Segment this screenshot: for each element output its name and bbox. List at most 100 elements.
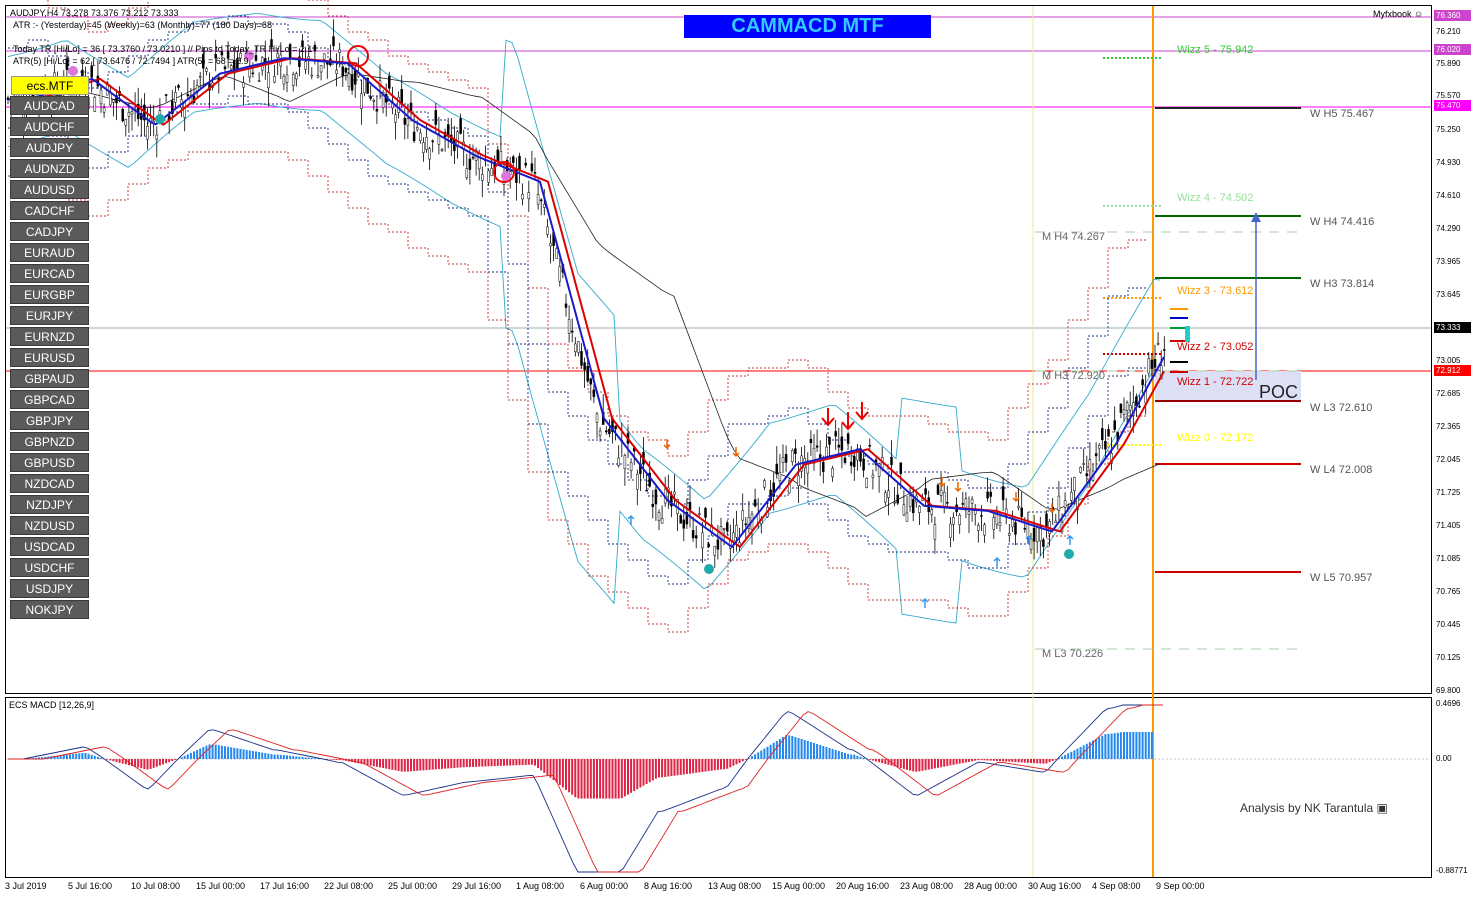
wizz-level-label: Wizz 3 - 73.612 [1177, 285, 1254, 297]
symbol-button-gbpjpy[interactable]: GBPJPY [10, 411, 89, 430]
macd-label: ECS MACD [12,26,9] [9, 700, 95, 710]
symbol-button-usdchf[interactable]: USDCHF [10, 558, 89, 577]
candle-body [970, 498, 974, 504]
candle-body [465, 168, 469, 178]
weekly-pivot-label: W L4 72.008 [1310, 464, 1373, 476]
candle-body [899, 462, 903, 474]
candle-body [682, 519, 686, 529]
symbol-button-audusd[interactable]: AUDUSD [10, 180, 89, 199]
candle-body [285, 74, 289, 83]
symbol-button-audcad[interactable]: AUDCAD [10, 96, 89, 115]
symbol-button-audjpy[interactable]: AUDJPY [10, 138, 89, 157]
symbol-button-euraud[interactable]: EURAUD [10, 243, 89, 262]
symbol-button-nokjpy[interactable]: NOKJPY [10, 600, 89, 619]
candle-body [673, 491, 676, 495]
candle-body [849, 461, 853, 466]
price-tick: 75.570 [1436, 91, 1461, 100]
candle-body [608, 428, 611, 435]
candle-body [1032, 527, 1036, 542]
candle-body [986, 491, 989, 499]
symbol-button-eurcad[interactable]: EURCAD [10, 264, 89, 283]
price-tick: 71.085 [1436, 554, 1461, 563]
candle-body [93, 96, 97, 112]
bollinger-upper [7, 13, 1161, 500]
price-highlight-label: 73.333 [1434, 322, 1471, 333]
candle-body [496, 149, 500, 162]
symbol-button-gbpcad[interactable]: GBPCAD [10, 390, 89, 409]
candle-body [394, 114, 397, 123]
candle-body [310, 74, 314, 77]
candle-body [831, 467, 834, 478]
candle-body [431, 140, 434, 143]
indicator-banner: CAMMACD MTF [684, 15, 931, 38]
candle-body [146, 125, 149, 140]
macd-tick: 0.4696 [1436, 699, 1461, 708]
symbol-button-nzdcad[interactable]: NZDCAD [10, 474, 89, 493]
candle-body [543, 204, 546, 208]
candle-body [267, 72, 270, 89]
symbol-button-nzdjpy[interactable]: NZDJPY [10, 495, 89, 514]
candle-body [989, 491, 992, 497]
candle-body [1125, 402, 1129, 411]
macd-tick: -0.88771 [1436, 866, 1468, 875]
symbol-button-eurusd[interactable]: EURUSD [10, 348, 89, 367]
down-arrow-icon [821, 408, 835, 427]
symbol-button-eurgbp[interactable]: EURGBP [10, 285, 89, 304]
buy-dot-icon [1064, 549, 1074, 559]
date-tick: 29 Jul 16:00 [452, 881, 502, 891]
candle-body [946, 502, 949, 504]
candle-body [1026, 523, 1030, 537]
symbol-button-cadchf[interactable]: CADCHF [10, 201, 89, 220]
candle-body [716, 539, 720, 550]
symbol-button-gbpusd[interactable]: GBPUSD [10, 453, 89, 472]
symbol-button-usdcad[interactable]: USDCAD [10, 537, 89, 556]
candle-body [99, 89, 103, 105]
weekly-pivot-label: W H5 75.467 [1310, 108, 1375, 120]
symbol-button-eurnzd[interactable]: EURNZD [10, 327, 89, 346]
date-tick: 10 Jul 08:00 [131, 881, 181, 891]
ecs-mtf-button[interactable]: ecs.MTF [11, 76, 89, 95]
price-tick: 73.645 [1436, 290, 1461, 299]
candle-body [623, 455, 627, 470]
candle-body [1153, 359, 1157, 368]
price-tick: 74.610 [1436, 191, 1461, 200]
candle-body [1023, 527, 1027, 530]
symbol-button-audnzd[interactable]: AUDNZD [10, 159, 89, 178]
symbol-button-gbpaud[interactable]: GBPAUD [10, 369, 89, 388]
candle-body [840, 436, 844, 451]
symbol-button-eurjpy[interactable]: EURJPY [10, 306, 89, 325]
candle-body [753, 499, 757, 507]
candle-body [822, 461, 825, 472]
candle-body [347, 73, 351, 87]
small-sell-arrow-icon [732, 447, 740, 458]
symbol-button-audchf[interactable]: AUDCHF [10, 117, 89, 136]
candle-body [558, 266, 562, 282]
symbol-button-usdjpy[interactable]: USDJPY [10, 579, 89, 598]
candle-body [688, 502, 692, 511]
candle-body [1035, 526, 1039, 543]
candle-body [521, 193, 524, 200]
candle-body [902, 504, 906, 516]
symbol-button-gbpnzd[interactable]: GBPNZD [10, 432, 89, 451]
candle-body [694, 535, 698, 539]
candle-body [1045, 513, 1048, 528]
candle-body [1113, 420, 1116, 430]
candle-body [586, 365, 589, 382]
wizz-level-label: Wizz 2 - 73.052 [1177, 341, 1254, 353]
candle-body [949, 523, 952, 538]
today-tr-info: Today TR [Hi/Lo] = 36 [ 73.3760 / 73.021… [13, 44, 313, 54]
symbol-button-nzdusd[interactable]: NZDUSD [10, 516, 89, 535]
candle-body [1063, 500, 1067, 508]
candle-body [592, 389, 596, 397]
price-tick: 72.045 [1436, 455, 1461, 464]
candle-body [701, 532, 704, 549]
candle-body [536, 194, 540, 205]
price-tick: 76.210 [1436, 27, 1461, 36]
date-tick: 13 Aug 08:00 [708, 881, 762, 891]
candle-body [887, 490, 890, 498]
symbol-button-cadjpy[interactable]: CADJPY [10, 222, 89, 241]
wizz-level-label: Wizz 0 - 72.172 [1177, 432, 1254, 444]
camera-icon: ▣ [1376, 801, 1388, 815]
candle-body [1104, 440, 1107, 450]
candle-body [112, 99, 115, 103]
